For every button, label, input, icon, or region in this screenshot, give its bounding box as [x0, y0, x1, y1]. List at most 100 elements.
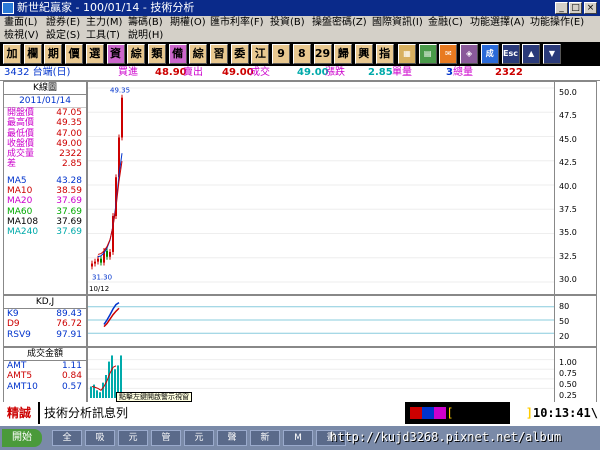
- kd-axis: 80 50 20: [555, 295, 597, 347]
- menu-item[interactable]: 檢視(V): [4, 29, 39, 42]
- status-bar: 精誠 技術分析訊息列 [ ]10:13:41\: [0, 402, 600, 424]
- toolbar-button[interactable]: 9: [272, 44, 291, 64]
- toolbar-button[interactable]: 委: [230, 44, 249, 64]
- taskbar-item[interactable]: 全: [52, 430, 82, 446]
- menu-item[interactable]: 畫面(L): [4, 16, 37, 29]
- kline-chart[interactable]: 49.35 31.30 10/12: [87, 81, 555, 295]
- menu-item[interactable]: 匯市利率(F): [210, 16, 264, 29]
- menu-item[interactable]: 設定(S): [46, 29, 80, 42]
- info-key: MA60: [7, 206, 33, 217]
- toolbar-button[interactable]: 綜: [127, 44, 146, 64]
- taskbar-item[interactable]: 元: [118, 430, 148, 446]
- menu-item[interactable]: 籌碼(B): [128, 16, 163, 29]
- menu-item[interactable]: 金融(C): [428, 16, 463, 29]
- chart-icon[interactable]: ▦: [398, 44, 416, 64]
- menu-item[interactable]: 操盤密碼(Z): [312, 16, 367, 29]
- menu-item[interactable]: 說明(H): [128, 29, 163, 42]
- toolbar-button[interactable]: 8: [292, 44, 311, 64]
- info-key: 收盤價: [7, 138, 35, 149]
- info-row: D9 76.72: [4, 319, 86, 329]
- trade-icon[interactable]: 成: [480, 44, 499, 64]
- status-color-block: [422, 407, 434, 419]
- toolbar-button[interactable]: 加: [3, 44, 21, 64]
- title-bar: 新世紀贏家 - 100/01/14 - 技術分析 _ □ ×: [0, 0, 600, 16]
- candle: [91, 260, 93, 270]
- news-icon[interactable]: ✉: [439, 44, 458, 64]
- info-row: RSV9 97.91: [4, 330, 86, 340]
- toolbar-button[interactable]: 習: [210, 44, 228, 64]
- info-value: 89.43: [56, 309, 82, 319]
- page-up-icon[interactable]: ▲: [522, 44, 541, 64]
- amt-header: 成交金額: [4, 348, 86, 361]
- info-value: 1.11: [61, 361, 82, 371]
- change-value: 2.85: [368, 67, 393, 78]
- menu-item[interactable]: 期權(O): [170, 16, 206, 29]
- info-row: MA240 37.69: [4, 227, 86, 237]
- taskbar-item[interactable]: 聲: [217, 430, 247, 446]
- toolbar-button[interactable]: 綜: [189, 44, 208, 64]
- toolbar-button[interactable]: 歸: [334, 44, 353, 64]
- total-label: 總量: [453, 67, 473, 78]
- amt-tick: 0.25: [559, 391, 577, 400]
- exit-icon[interactable]: Esc: [501, 44, 520, 64]
- start-button[interactable]: 開始: [2, 429, 42, 447]
- toolbar-button[interactable]: 指: [375, 44, 394, 64]
- sell-label: 賣出: [183, 67, 203, 78]
- menu-item[interactable]: 國際資訊(I): [372, 16, 423, 29]
- menu-item[interactable]: 功能操作(E): [530, 16, 584, 29]
- price-tick: 47.5: [559, 111, 577, 121]
- maximize-button[interactable]: □: [569, 2, 582, 14]
- menu-item[interactable]: 工具(T): [86, 29, 120, 42]
- info-row: MA108 37.69: [4, 217, 86, 227]
- info-value: 49.35: [56, 118, 82, 129]
- info-row: 最低價 47.00: [4, 129, 86, 139]
- price-tick: 30.0: [559, 275, 577, 285]
- toolbar-button[interactable]: 江: [251, 44, 270, 64]
- page-down-icon[interactable]: ▼: [542, 44, 561, 64]
- taskbar-item[interactable]: 元: [184, 430, 214, 446]
- candle: [121, 94, 123, 141]
- close-button[interactable]: ×: [584, 2, 597, 14]
- app-icon: [2, 2, 14, 14]
- toolbar-button[interactable]: 選: [85, 44, 104, 64]
- info-value: 0.84: [61, 371, 82, 382]
- taskbar-item[interactable]: 管: [151, 430, 181, 446]
- amt-chart[interactable]: 點擊左鍵開啟警示視窗: [87, 347, 555, 403]
- toolbar-button[interactable]: 期: [44, 44, 63, 64]
- kd-tick: 80: [559, 302, 570, 311]
- toolbar-button[interactable]: 資: [106, 44, 125, 64]
- amt-tick: 0.75: [559, 369, 577, 378]
- info-key: AMT: [7, 361, 27, 371]
- kd-chart[interactable]: [87, 295, 555, 347]
- menu-item[interactable]: 主力(M): [86, 16, 122, 29]
- status-time: ]10:13:41\: [510, 402, 600, 424]
- info-row: MA10 38.59: [4, 186, 86, 196]
- amt-bar: [102, 382, 104, 398]
- kd-info-panel: KD,J K9 89.43 D9 76.72 RSV9 97.91: [3, 295, 87, 347]
- info-key: 成交量: [7, 149, 35, 160]
- toolbar-button[interactable]: 欄: [23, 44, 42, 64]
- info-value: 2322: [59, 149, 82, 160]
- high-label: 49.35: [110, 86, 130, 94]
- status-color-block: [410, 407, 422, 419]
- toolbar-button[interactable]: 備: [168, 44, 187, 64]
- taskbar-item[interactable]: 新: [250, 430, 280, 446]
- toolbar-button[interactable]: 29: [313, 44, 332, 64]
- toolbar-button[interactable]: 價: [65, 44, 84, 64]
- grid-icon[interactable]: ▤: [418, 44, 437, 64]
- info-row: 收盤價 49.00: [4, 139, 86, 149]
- toolbar-button[interactable]: 興: [354, 44, 373, 64]
- info-row: MA60 37.69: [4, 207, 86, 217]
- menu-item[interactable]: 功能選擇(A): [470, 16, 525, 29]
- taskbar-item[interactable]: 吸: [85, 430, 115, 446]
- toolbar-button[interactable]: 類: [147, 44, 166, 64]
- stock-icon[interactable]: ◈: [460, 44, 479, 64]
- menu-item[interactable]: 證券(E): [46, 16, 80, 29]
- info-row: K9 89.43: [4, 309, 86, 319]
- taskbar-item[interactable]: M: [283, 430, 313, 446]
- kd-header: KD,J: [4, 296, 86, 309]
- info-key: MA10: [7, 186, 33, 197]
- amt-bar: [90, 386, 92, 398]
- minimize-button[interactable]: _: [555, 2, 568, 14]
- menu-item[interactable]: 投資(B): [270, 16, 305, 29]
